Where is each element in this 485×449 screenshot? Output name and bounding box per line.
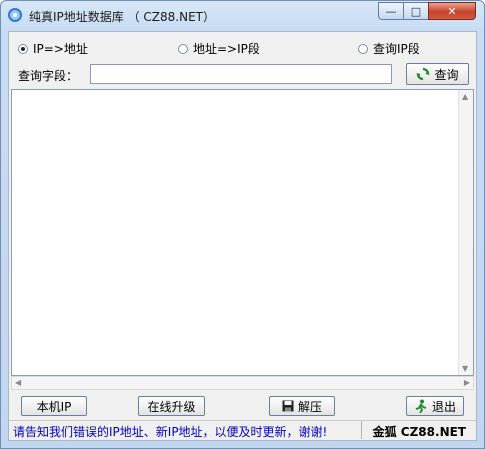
radio-button-icon[interactable] (178, 43, 188, 54)
radio-button-icon[interactable] (18, 43, 28, 54)
radio-label: 查询IP段 (373, 42, 420, 56)
scroll-down-icon[interactable]: ▼ (462, 364, 468, 373)
radio-query-ip-range[interactable]: 查询IP段 (358, 40, 420, 57)
app-window: 纯真IP地址数据库 （ CZ88.NET） — □ ✕ IP=>地址 地址=>I… (0, 0, 485, 449)
client-area: IP=>地址 地址=>IP段 查询IP段 查询字段： 查询 ▲ ▼ ◀ ▶ 本机… (8, 31, 477, 441)
app-logo-icon (8, 8, 22, 22)
scroll-right-icon[interactable]: ▶ (464, 378, 470, 387)
status-message: 请告知我们错误的IP地址、新IP地址，以便及时更新，谢谢! (13, 425, 328, 439)
minimize-icon: — (385, 4, 397, 18)
online-upgrade-button[interactable]: 在线升级 (138, 396, 205, 416)
exit-button-label: 退出 (431, 399, 456, 414)
radio-label: 地址=>IP段 (193, 42, 260, 56)
radio-ip-to-address[interactable]: IP=>地址 (18, 40, 88, 57)
window-title: 纯真IP地址数据库 （ CZ88.NET） (29, 10, 215, 24)
query-input[interactable] (90, 64, 392, 84)
local-ip-button-label: 本机IP (36, 399, 72, 414)
query-field-label: 查询字段： (18, 69, 79, 83)
running-person-icon (415, 399, 427, 413)
radio-button-icon[interactable] (358, 43, 368, 54)
unzip-button-label: 解压 (297, 399, 322, 414)
maximize-icon: □ (410, 4, 422, 18)
horizontal-scrollbar[interactable]: ◀ ▶ (11, 376, 474, 390)
minimize-button[interactable]: — (378, 2, 404, 20)
scroll-up-icon[interactable]: ▲ (462, 92, 468, 101)
refresh-icon (416, 67, 430, 81)
floppy-disk-icon (282, 400, 294, 412)
radio-address-to-ip-range[interactable]: 地址=>IP段 (178, 40, 260, 57)
status-credit: 金狐 CZ88.NET (372, 425, 466, 439)
online-upgrade-button-label: 在线升级 (147, 399, 196, 414)
exit-button[interactable]: 退出 (406, 396, 464, 416)
status-bar: 请告知我们错误的IP地址、新IP地址，以便及时更新，谢谢! 金狐 CZ88.NE… (9, 420, 476, 439)
query-button[interactable]: 查询 (406, 63, 469, 85)
vertical-scrollbar[interactable]: ▲ ▼ (458, 90, 473, 375)
close-icon: ✕ (447, 4, 457, 18)
local-ip-button[interactable]: 本机IP (21, 396, 87, 416)
radio-label: IP=>地址 (33, 42, 88, 56)
scroll-left-icon[interactable]: ◀ (15, 378, 21, 387)
results-textarea[interactable]: ▲ ▼ (11, 89, 474, 376)
unzip-button[interactable]: 解压 (269, 396, 335, 416)
close-button[interactable]: ✕ (428, 2, 476, 20)
status-separator (361, 421, 362, 439)
title-bar[interactable]: 纯真IP地址数据库 （ CZ88.NET） — □ ✕ (1, 1, 484, 31)
maximize-button[interactable]: □ (403, 2, 429, 20)
query-button-label: 查询 (434, 67, 459, 82)
